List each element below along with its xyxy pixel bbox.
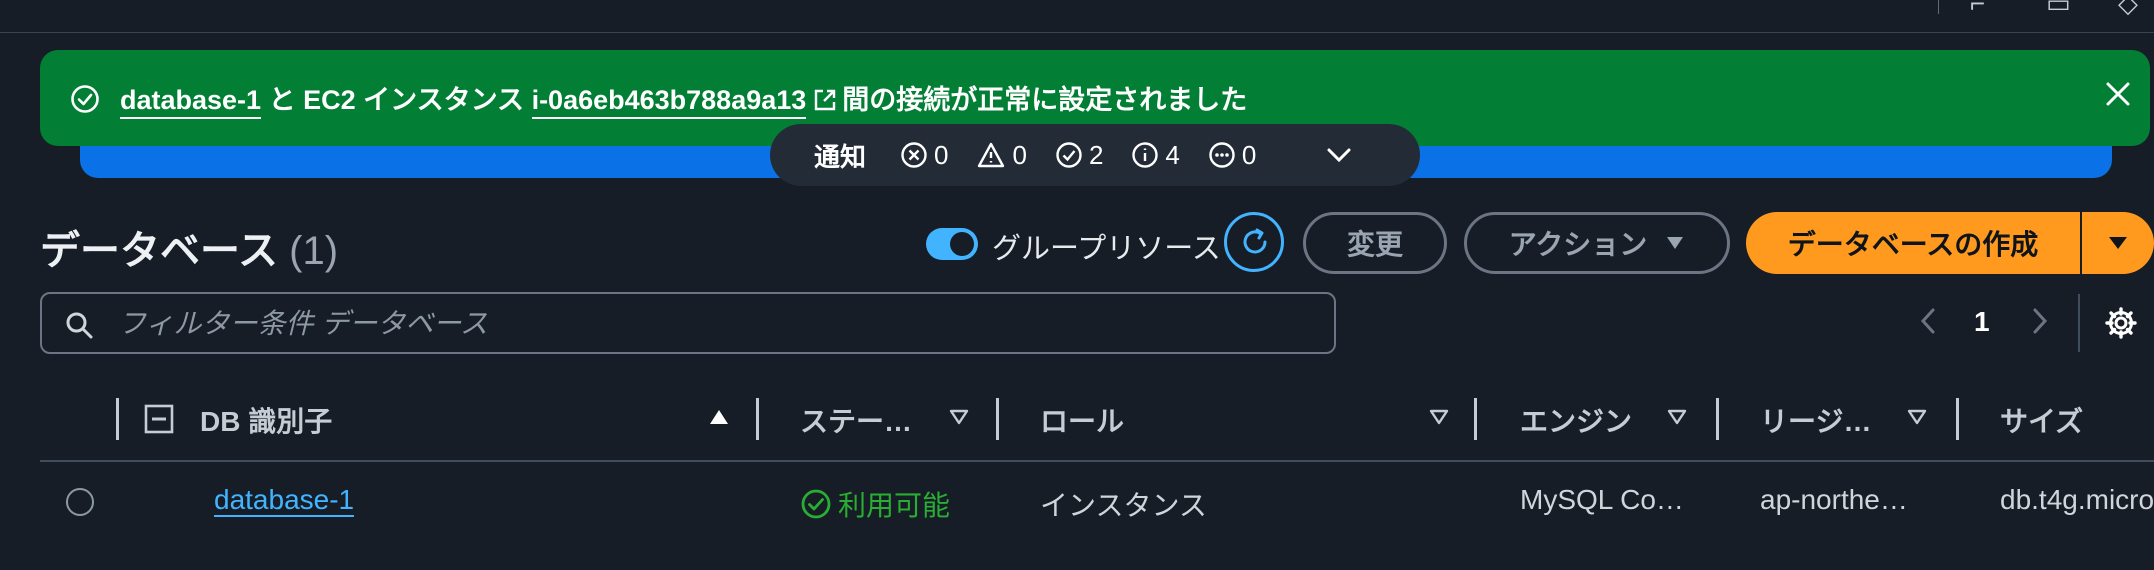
error-count: 0 — [900, 140, 948, 171]
success-count-value: 2 — [1088, 139, 1104, 170]
actions-button[interactable]: アクション — [1464, 212, 1730, 274]
cell-size: db.t4g.micro — [2000, 484, 2154, 515]
column-header-role[interactable]: ロール — [1040, 400, 1124, 440]
sort-icon[interactable] — [1428, 408, 1450, 426]
column-divider — [116, 398, 119, 440]
cell-region: ap-northe… — [1760, 484, 1908, 515]
create-database-button[interactable]: データベースの作成 — [1746, 212, 2080, 274]
search-icon — [66, 312, 93, 339]
column-divider — [1956, 398, 1959, 440]
info-count-value: 4 — [1165, 139, 1180, 170]
pager-separator — [2078, 294, 2080, 352]
filter-search-box[interactable] — [40, 292, 1336, 354]
flash-text-end: 間の接続が正常に設定されました — [842, 85, 1248, 115]
caret-down-icon — [2109, 237, 2127, 249]
row-select-radio[interactable] — [66, 488, 94, 516]
group-resources-toggle[interactable] — [926, 228, 978, 260]
table-row[interactable]: database-1 利用可能 インスタンス MySQL Co… ap-nort… — [40, 470, 2154, 540]
success-check-icon — [71, 85, 99, 113]
toggle-knob — [950, 232, 974, 256]
refresh-icon — [1243, 228, 1267, 254]
sort-icon[interactable] — [948, 408, 970, 426]
flash-instance-link[interactable]: i-0a6eb463b788a9a13 — [531, 85, 807, 119]
notification-summary-bar[interactable]: 通知 0 0 2 4 0 — [770, 124, 1420, 186]
notification-label: 通知 — [814, 141, 867, 172]
status-text: 利用可能 — [838, 490, 951, 521]
column-divider — [756, 398, 759, 440]
in-progress-count: 0 — [1208, 140, 1256, 171]
select-all-checkbox[interactable] — [144, 404, 174, 434]
info-count: 4 — [1131, 139, 1180, 171]
sort-icon[interactable] — [1906, 408, 1928, 426]
column-header-size[interactable]: サイズ — [2000, 400, 2083, 440]
nav-separator — [1938, 0, 1939, 14]
gear-icon[interactable] — [2104, 306, 2138, 340]
sort-ascending-icon[interactable] — [708, 408, 730, 426]
caret-down-icon — [1667, 237, 1684, 249]
flash-db-link[interactable]: database-1 — [120, 85, 262, 119]
notifications-icon[interactable]: ▭ — [2046, 0, 2071, 19]
flash-text-mid: と EC2 インスタンス — [268, 85, 525, 115]
cell-role: インスタンス — [1040, 490, 1207, 521]
cell-engine: MySQL Co… — [1520, 484, 1684, 515]
flash-message: database-1 と EC2 インスタンス i-0a6eb463b788a9… — [120, 78, 1248, 119]
success-icon — [1056, 142, 1082, 168]
warning-count: 0 — [976, 139, 1027, 171]
resource-count: (1) — [289, 229, 339, 273]
error-count-value: 0 — [934, 139, 949, 170]
page-title: データベース (1) — [40, 218, 338, 276]
column-header-status[interactable]: ステー… — [800, 400, 912, 440]
database-link[interactable]: database-1 — [214, 484, 355, 517]
status-available-icon — [801, 489, 831, 519]
terminal-icon[interactable]: ⌐ — [1970, 0, 1985, 19]
cell-status: 利用可能 — [800, 484, 950, 524]
column-divider — [996, 398, 999, 440]
chevron-down-icon[interactable] — [1324, 145, 1354, 165]
column-divider — [1474, 398, 1477, 440]
sort-icon[interactable] — [1666, 408, 1688, 426]
warning-count-value: 0 — [1012, 139, 1027, 170]
create-database-dropdown[interactable] — [2082, 212, 2154, 274]
settings-top-icon[interactable]: ◇ — [2118, 0, 2138, 19]
info-icon — [1132, 142, 1159, 168]
error-icon — [901, 142, 927, 168]
column-header-db-id[interactable]: DB 識別子 — [200, 400, 332, 440]
success-count: 2 — [1055, 140, 1103, 171]
modify-button[interactable]: 変更 — [1303, 212, 1447, 274]
group-resources-label: グループリソース — [992, 233, 1221, 265]
close-icon[interactable] — [2104, 80, 2132, 108]
current-page-number[interactable]: 1 — [1974, 306, 1990, 338]
top-navigation-bar: ⌐ ▭ ◇ — [0, 0, 2154, 33]
previous-page-icon[interactable] — [1918, 306, 1938, 336]
page-title-text: データベース — [40, 229, 278, 273]
column-divider — [1716, 398, 1719, 440]
in-progress-icon — [1209, 142, 1235, 168]
warning-icon — [978, 142, 1005, 168]
next-page-icon[interactable] — [2030, 306, 2050, 336]
actions-label: アクション — [1508, 229, 1648, 260]
refresh-button[interactable] — [1224, 212, 1284, 272]
external-link-icon[interactable] — [812, 87, 838, 113]
table-header: DB 識別子 ステー… ロール エンジン リージ… サイズ — [40, 390, 2154, 462]
column-header-engine[interactable]: エンジン — [1520, 400, 1632, 440]
column-header-region[interactable]: リージ… — [1760, 400, 1871, 440]
filter-input[interactable] — [116, 304, 1320, 344]
in-progress-count-value: 0 — [1241, 139, 1257, 170]
cell-db-id: database-1 — [214, 484, 355, 517]
